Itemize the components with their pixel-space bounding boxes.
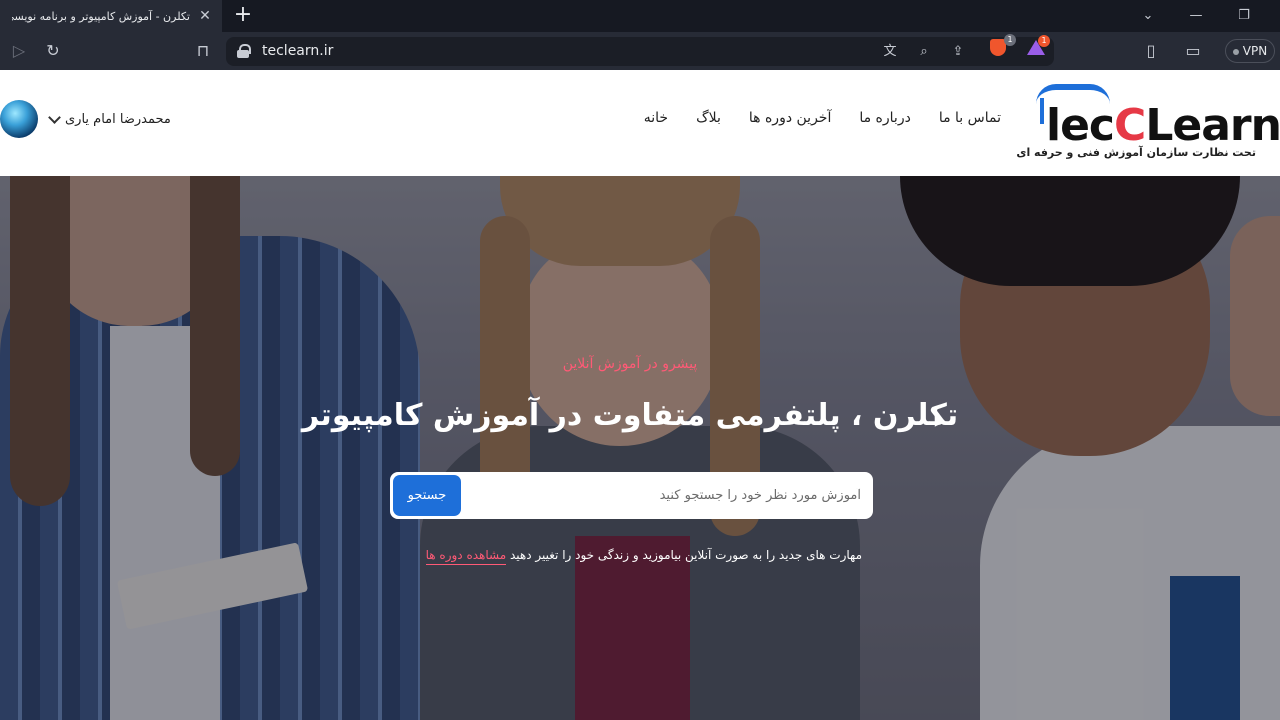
translate-icon[interactable]: 文 (880, 42, 900, 62)
nav-latest-courses[interactable]: آخرین دوره ها (749, 110, 831, 126)
sidebar-icon[interactable]: ▯ (1141, 41, 1161, 61)
wallet-icon[interactable]: ▭ (1183, 41, 1203, 61)
minimize-icon[interactable]: — (1186, 6, 1206, 26)
restore-icon[interactable]: ❐ (1234, 6, 1254, 26)
hero-subtitle-text: مهارت های جدید را به صورت آنلاین بیاموزی… (509, 548, 862, 562)
view-courses-link[interactable]: مشاهده دوره ها (425, 548, 507, 565)
search-bar: جستجو (390, 472, 873, 519)
close-icon[interactable]: ✕ (196, 7, 214, 25)
address-bar[interactable]: teclearn.ir 文 ⌕ ⇪ (226, 37, 1054, 66)
site-header: lecCLearn تحت نظارت سازمان آموزش فنی و ح… (0, 70, 1280, 176)
hero-tagline: پیشرو در آموزش آنلاین (562, 356, 698, 372)
nav-contact[interactable]: تماس با ما (939, 110, 1001, 126)
reload-icon[interactable]: ↻ (43, 41, 63, 61)
plus-icon[interactable]: + (232, 4, 254, 27)
hero-section: پیشرو در آموزش آنلاین تکلرن ، پلتفرمی مت… (0, 176, 1280, 720)
search-input[interactable] (461, 472, 861, 519)
nav-about[interactable]: درباره ما (859, 110, 910, 126)
browser-toolbar: ▷ ↻ ⊓ teclearn.ir 文 ⌕ ⇪ 1 1 ▯ ▭ VPN (0, 32, 1280, 70)
vpn-label: VPN (1242, 44, 1268, 58)
tab-title: تکلرن - آموزش کامپیوتر و برنامه نویسی (12, 9, 190, 23)
bookmark-icon[interactable]: ⊓ (193, 41, 213, 61)
hero-title: تکلرن ، پلتفرمی متفاوت در آموزش کامپیوتر (301, 398, 959, 433)
rewards-badge: 1 (1038, 35, 1050, 47)
search-button[interactable]: جستجو (393, 475, 461, 516)
site-logo[interactable]: lecCLearn تحت نظارت سازمان آموزش فنی و ح… (1016, 78, 1280, 159)
zoom-icon[interactable]: ⌕ (914, 42, 934, 62)
tab-bar: تکلرن - آموزش کامپیوتر و برنامه نویسی ✕ … (0, 0, 1280, 32)
chevron-down-icon (48, 110, 61, 124)
nav-home[interactable]: خانه (644, 110, 668, 126)
share-icon[interactable]: ⇪ (948, 42, 968, 62)
main-nav: خانه بلاگ آخرین دوره ها درباره ما تماس ب… (644, 110, 1001, 126)
shields-badge: 1 (1004, 34, 1016, 46)
hero-subtitle: مهارت های جدید را به صورت آنلاین بیاموزی… (400, 548, 862, 565)
chevron-down-icon[interactable]: ⌄ (1138, 6, 1158, 26)
logo-text: lecCLearn (1046, 100, 1280, 151)
nav-blog[interactable]: بلاگ (696, 110, 721, 126)
avatar[interactable] (0, 100, 38, 138)
play-icon[interactable]: ▷ (9, 41, 29, 61)
user-menu[interactable]: محمدرضا امام یاری (0, 100, 171, 138)
lock-icon (236, 44, 251, 59)
logo-subtitle: تحت نظارت سازمان آموزش فنی و حرفه ای (1016, 146, 1256, 159)
browser-tab[interactable]: تکلرن - آموزش کامپیوتر و برنامه نویسی ✕ (0, 0, 222, 32)
url-text[interactable]: teclearn.ir (262, 43, 333, 59)
vpn-button[interactable]: VPN (1225, 39, 1275, 63)
user-name: محمدرضا امام یاری (65, 111, 171, 127)
